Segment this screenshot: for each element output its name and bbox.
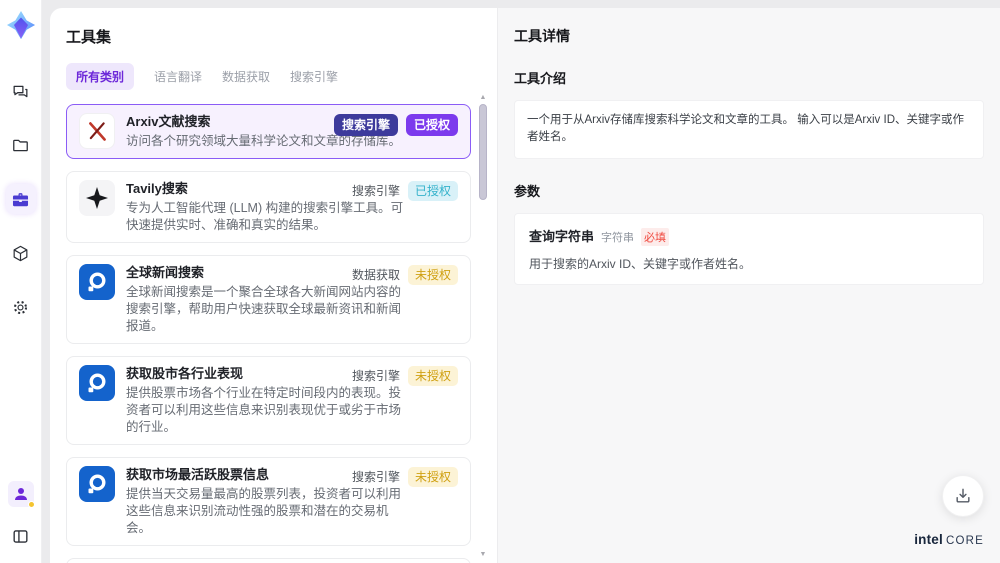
category-tabs: 所有类别 语言翻译 数据获取 搜索引擎: [66, 63, 471, 90]
tool-description: 提供股票市场各个行业在特定时间段内的表现。投资者可以利用这些信息来识别表现优于或…: [126, 386, 402, 434]
tool-description: 专为人工智能代理 (LLM) 构建的搜索引擎工具。可快速提供实时、准确和真实的结…: [126, 201, 404, 232]
tool-auth-badge: 未授权: [407, 366, 458, 386]
scroll-down-icon[interactable]: ▼: [480, 551, 487, 559]
tool-category-badge: 数据获取: [351, 268, 400, 282]
parameter-required-badge: 必填: [641, 227, 670, 246]
tool-card[interactable]: 获取市场最活跃股票信息 提供当天交易量最高的股票列表，投资者可以利用这些信息来识…: [66, 457, 471, 546]
download-button[interactable]: [942, 475, 984, 517]
status-dot: [27, 501, 35, 508]
sidebar-item-folder[interactable]: [6, 130, 36, 160]
tool-badges: 搜索引擎 未授权: [352, 467, 458, 487]
avatar: [7, 481, 35, 508]
tool-details-panel: 工具详情 工具介绍 一个用于从Arxiv存储库搜索科学论文和文章的工具。 输入可…: [497, 8, 1000, 563]
main-surface: 工具集 所有类别 语言翻译 数据获取 搜索引擎 Arxiv文献搜索 访问各个研究领域大…: [50, 8, 1000, 563]
news-globe-icon: [79, 466, 115, 502]
news-globe-icon: [79, 365, 115, 401]
tool-card[interactable]: 万维地区新闻查询 查询具体行政区划内的新闻，快速了解各地新闻动 搜索引擎 未授权: [66, 558, 471, 563]
app-logo-icon: [6, 10, 36, 40]
parameter-description: 用于搜索的Arxiv ID、关键字或作者姓名。: [529, 256, 752, 271]
intro-heading: 工具介绍: [514, 71, 567, 86]
tool-card[interactable]: 全球新闻搜索 全球新闻搜索是一个聚合全球各大新闻网站内容的搜索引擎，帮助用户快速…: [66, 255, 471, 344]
tool-badges: 搜索引擎 已授权: [352, 181, 458, 201]
panel-icon: [11, 527, 30, 546]
core-brand-text: CORE: [945, 535, 984, 547]
news-globe-icon: [79, 264, 115, 300]
tool-category-badge: 搜索引擎: [351, 470, 400, 484]
page-title: 工具集: [66, 29, 112, 46]
tool-auth-badge: 已授权: [407, 181, 458, 201]
left-sidebar: [0, 0, 42, 563]
details-title: 工具详情: [514, 28, 570, 44]
parameter-card: 查询字符串 字符串 必填 用于搜索的Arxiv ID、关键字或作者姓名。: [514, 212, 984, 285]
parameter-type: 字符串: [601, 231, 635, 244]
tab-语言翻译[interactable]: 语言翻译: [154, 63, 202, 90]
scrollbar-track[interactable]: [478, 102, 488, 551]
sparkle-icon: [79, 180, 115, 216]
sidebar-item-settings[interactable]: [6, 292, 36, 322]
tool-badges: 数据获取 未授权: [352, 265, 458, 285]
briefcase-icon: [11, 190, 30, 209]
tool-description: 提供当天交易量最高的股票列表，投资者可以利用这些信息来识别流动性强的股票和潜在的…: [126, 487, 402, 535]
intel-core-logo: intel CORE: [914, 532, 984, 547]
tool-auth-badge: 未授权: [407, 467, 458, 487]
parameter-list: 查询字符串 字符串 必填 用于搜索的Arxiv ID、关键字或作者姓名。: [514, 212, 984, 285]
sidebar-nav: [5, 76, 36, 322]
list-scrollbar[interactable]: ▲ ▼: [477, 94, 489, 559]
tool-category-badge: 搜索引擎: [351, 369, 400, 383]
sidebar-item-profile[interactable]: [6, 479, 36, 509]
sidebar-item-collapse[interactable]: [6, 521, 36, 551]
tools-panel: 工具集 所有类别 语言翻译 数据获取 搜索引擎 Arxiv文献搜索 访问各个研究领域大…: [50, 8, 497, 563]
tool-list: Arxiv文献搜索 访问各个研究领域大量科学论文和文章的存储库。 搜索引擎 已授…: [66, 104, 471, 563]
download-icon: [956, 488, 970, 503]
tab-搜索引擎[interactable]: 搜索引擎: [290, 63, 338, 90]
tool-category-badge: 搜索引擎: [351, 184, 400, 198]
tool-category-badge: 搜索引擎: [333, 114, 398, 136]
cube-icon: [11, 244, 30, 263]
sidebar-item-tools[interactable]: [5, 184, 36, 214]
sidebar-bottom: [6, 479, 36, 551]
parameter-name: 查询字符串: [529, 228, 595, 244]
tool-badges: 搜索引擎 已授权: [333, 114, 458, 136]
scroll-up-icon[interactable]: ▲: [480, 94, 487, 102]
params-heading: 参数: [514, 183, 541, 199]
folder-icon: [11, 136, 30, 155]
tab-所有类别[interactable]: 所有类别: [66, 63, 135, 90]
sidebar-item-packages[interactable]: [6, 238, 36, 268]
sidebar-item-chat[interactable]: [6, 76, 36, 106]
tab-数据获取[interactable]: 数据获取: [222, 63, 270, 90]
intel-brand-text: intel: [914, 532, 943, 547]
arxiv-icon: [79, 113, 115, 149]
tool-auth-badge: 未授权: [407, 265, 458, 285]
tool-badges: 搜索引擎 未授权: [352, 366, 458, 386]
tool-intro-text: 一个用于从Arxiv存储库搜索科学论文和文章的工具。 输入可以是Arxiv ID…: [514, 100, 984, 159]
tool-auth-badge: 已授权: [405, 114, 458, 136]
app-screen: 工具集 所有类别 语言翻译 数据获取 搜索引擎 Arxiv文献搜索 访问各个研究领域大…: [0, 0, 1000, 563]
tool-description: 全球新闻搜索是一个聚合全球各大新闻网站内容的搜索引擎，帮助用户快速获取全球最新资…: [126, 285, 402, 333]
tool-card[interactable]: Tavily搜索 专为人工智能代理 (LLM) 构建的搜索引擎工具。可快速提供实…: [66, 171, 471, 243]
chat-icon: [11, 82, 30, 101]
tool-card[interactable]: 获取股市各行业表现 提供股票市场各个行业在特定时间段内的表现。投资者可以利用这些…: [66, 356, 471, 445]
tool-card[interactable]: Arxiv文献搜索 访问各个研究领域大量科学论文和文章的存储库。 搜索引擎 已授…: [66, 104, 471, 159]
scrollbar-thumb[interactable]: [479, 104, 487, 200]
gear-icon: [11, 298, 30, 317]
